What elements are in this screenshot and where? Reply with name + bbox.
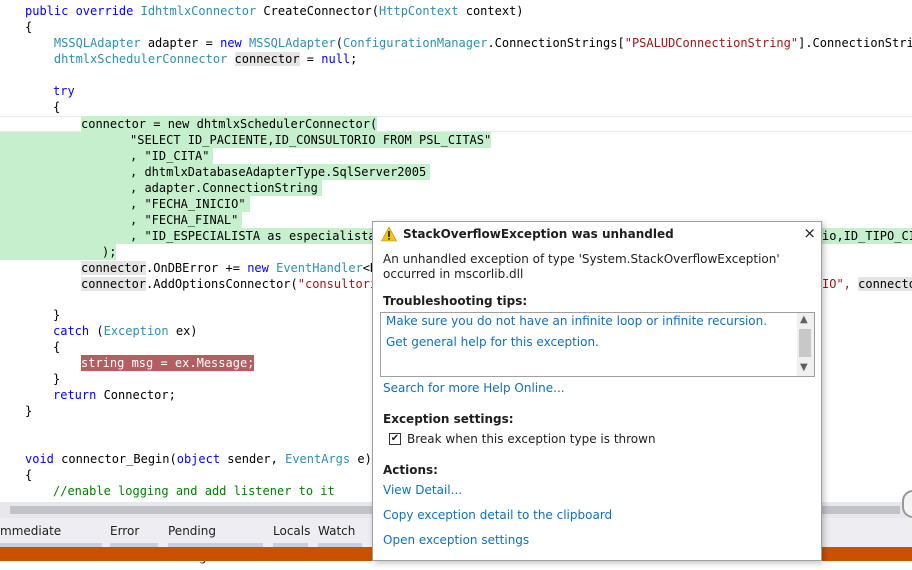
code-token: IdhtmlxConnector [140,4,257,18]
code-token: EventHandler [276,261,363,275]
code-line-18[interactable]: connector.AddOptionsConnector("consultor… [81,276,384,292]
code-token: public override [25,4,141,18]
code-token: MSSQLAdapter [249,36,336,50]
tab-pending-changes[interactable]: Pending Changes [168,518,263,564]
code-token: CreateConnector( [256,4,380,18]
code-line-25[interactable]: return Connector; [53,387,176,403]
code-token: .OnDBError += [146,261,248,275]
code-token: connector_Begin( [61,452,177,466]
code-line-8[interactable]: connector = new dhtmlxSchedulerConnector… [81,116,378,132]
tips-scrollbar[interactable]: ▲ ▼ [797,313,814,376]
code-line-20[interactable]: } [53,307,60,323]
code-token: ( [335,36,343,50]
code-line-9[interactable]: "SELECT ID_PACIENTE,ID_CONSULTORIO FROM … [81,132,492,148]
exception-title: StackOverflowException was unhandled [403,227,674,241]
code-line-24[interactable]: } [53,371,60,387]
code-line-29[interactable]: void connector_Begin(object sender, Even… [25,451,372,467]
code-line-17[interactable]: connector.OnDBError += new EventHandler<… [81,260,384,276]
troubleshooting-heading: Troubleshooting tips: [383,294,528,308]
exception-message: An unhandled exception of type 'System.S… [383,252,780,281]
code-token: MSSQLAdapter [53,36,141,50]
code-line-11[interactable]: , dhtmlxDatabaseAdapterType.SqlServer200… [81,164,431,180]
code-token: IO", [822,277,859,291]
code-token: new [220,36,249,50]
code-line-6[interactable]: try [53,83,75,99]
code-token: new [247,261,277,275]
actions-heading: Actions: [383,463,438,477]
scroll-knob-icon[interactable] [902,490,912,518]
scroll-down-arrow-icon[interactable]: ▼ [800,362,808,373]
code-token: = [299,52,322,66]
exception-settings-heading: Exception settings: [383,412,514,426]
code-line-10[interactable]: , "ID_CITA" [81,148,214,164]
code-token: null [321,52,351,66]
tab-error-list[interactable]: Error List [110,518,158,564]
code-token: connector [234,52,300,66]
search-help-online-link[interactable]: Search for more Help Online... [383,381,565,395]
code-line-30[interactable]: { [25,467,32,483]
exception-helper-popup: StackOverflowException was unhandled × A… [372,221,822,561]
code-line-16[interactable]: ); [81,244,117,260]
code-token: HttpContext [379,4,459,18]
code-line-15-end[interactable]: io,ID_TIPO_CI [822,228,912,244]
code-token: ex) [168,324,198,338]
code-token: ].ConnectionString); [798,36,912,50]
tip-infinite-loop-link[interactable]: Make sure you do not have an infinite lo… [386,314,767,328]
code-line-31[interactable]: //enable logging and add listener to it [53,483,335,499]
code-token: Exception [103,324,169,338]
close-icon[interactable]: × [803,224,816,242]
warning-icon [381,226,397,242]
copy-exception-detail-link[interactable]: Copy exception detail to the clipboard [383,508,612,522]
break-on-exception-checkbox[interactable]: ✔ [389,433,401,445]
code-token: ; [350,52,358,66]
code-token: connecto [858,277,912,291]
code-line-1[interactable]: public override IdhtmlxConnector CreateC… [25,3,524,19]
code-line-22[interactable]: { [53,339,60,355]
code-line-12[interactable]: , adapter.ConnectionString [81,180,322,196]
tip-general-help-link[interactable]: Get general help for this exception. [386,335,599,349]
code-token: object [176,452,228,466]
code-token: dhtmlxSchedulerConnector [53,52,228,66]
code-line-21[interactable]: catch (Exception ex) [53,323,198,339]
code-token: .ConnectionStrings[ [487,36,625,50]
code-token: context) [458,4,524,18]
code-token: connector [81,277,147,291]
code-line-2[interactable]: { [25,19,32,35]
tab-watch-1[interactable]: Watch 1 [318,518,362,564]
code-line-18-end[interactable]: IO", connecto [822,276,912,292]
scroll-up-arrow-icon[interactable]: ▲ [800,314,808,325]
code-line-3[interactable]: MSSQLAdapter adapter = new MSSQLAdapter(… [25,35,912,51]
code-token: adapter = [140,36,221,50]
tab-immediate-window[interactable]: mmediate Window [0,518,102,564]
code-line-7[interactable]: { [53,99,60,115]
troubleshooting-tips-list[interactable]: Make sure you do not have an infinite lo… [380,312,815,377]
code-token: void [25,452,62,466]
code-token: "PSALUDConnectionString" [624,36,799,50]
view-detail-link[interactable]: View Detail... [383,483,462,497]
open-exception-settings-link[interactable]: Open exception settings [383,533,529,547]
code-token: EventArgs [285,452,351,466]
code-token: ConfigurationManager [342,36,488,50]
code-line-26[interactable]: } [25,403,32,419]
code-line-23-exception-highlight[interactable]: string msg = ex.Message; [81,355,255,371]
code-token: sender, [227,452,286,466]
code-token: ( [96,324,104,338]
tips-scrollbar-thumb[interactable] [799,329,811,357]
code-token: e) [350,452,372,466]
break-on-exception-label[interactable]: Break when this exception type is thrown [407,432,656,446]
code-token: { [25,20,33,34]
code-token: return [53,388,104,402]
code-token: connector [81,261,147,275]
code-line-4[interactable]: dhtmlxSchedulerConnector connector = nul… [25,51,357,67]
code-token: .AddOptionsConnector( [146,277,298,291]
code-token: catch [53,324,97,338]
code-line-13[interactable]: , "FECHA_INICIO" [81,196,250,212]
code-token: Connector; [103,388,176,402]
code-line-14[interactable]: , "FECHA_FINAL" [81,212,243,228]
tab-locals[interactable]: Locals [273,518,310,547]
